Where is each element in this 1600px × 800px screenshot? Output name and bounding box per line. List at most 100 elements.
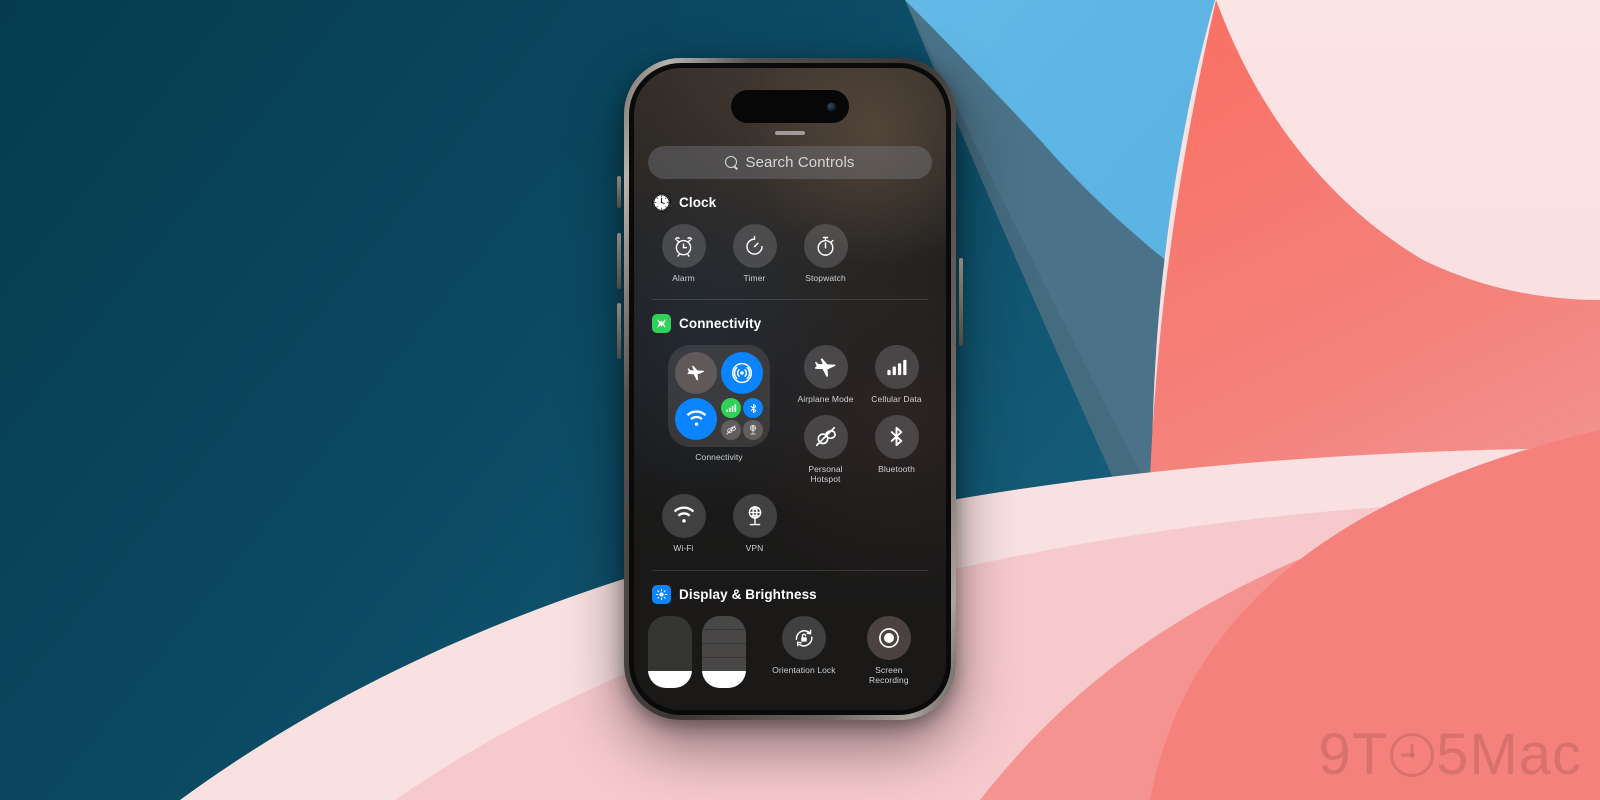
clock-app-icon [652, 193, 671, 212]
phone-screen: Search Controls Clock Alarm Timer Stopwa… [634, 68, 946, 710]
control-timer[interactable]: Timer [719, 224, 790, 283]
control-label: Cellular Data [871, 394, 922, 405]
stopwatch-knob[interactable] [803, 224, 848, 268]
bluetooth-icon [750, 403, 756, 413]
action-button[interactable] [617, 176, 621, 208]
vpn-knob[interactable] [732, 494, 777, 539]
iphone-device: Search Controls Clock Alarm Timer Stopwa… [617, 58, 963, 720]
control-wifi[interactable]: Wi-Fi [648, 494, 719, 553]
control-label: Screen Recording [869, 664, 909, 686]
airplane-mode-knob[interactable] [803, 345, 848, 390]
bluetooth-icon [890, 427, 903, 447]
section-header-connectivity: Connectivity [652, 314, 932, 334]
brightness-slider[interactable] [648, 615, 692, 688]
control-label: Airplane Mode [797, 394, 854, 405]
control-label: Wi-Fi [673, 543, 694, 554]
wifi-icon [673, 506, 694, 524]
airplane-mode-mini-knob[interactable] [675, 352, 717, 395]
search-placeholder-text: Search Controls [745, 154, 855, 171]
display-controls-row: Orientation Lock Screen Recording [648, 615, 932, 688]
alarm-icon [674, 236, 693, 257]
wifi-icon [686, 410, 706, 426]
brightness-slider-fill [648, 670, 692, 688]
volume-slider-fill [702, 670, 746, 688]
volume-up-button[interactable] [617, 233, 621, 289]
vpn-icon [749, 425, 757, 435]
control-label: Orientation Lock [772, 664, 836, 675]
personal-hotspot-mini-knob[interactable] [721, 420, 741, 441]
control-empty-slot [861, 494, 932, 553]
volume-slider[interactable] [702, 615, 746, 688]
sliders-group [648, 615, 746, 688]
section-title-display-brightness: Display & Brightness [679, 586, 817, 602]
section-title-clock: Clock [679, 195, 717, 210]
rotation-lock-icon [795, 629, 813, 647]
control-alarm[interactable]: Alarm [648, 224, 719, 283]
timer-knob[interactable] [732, 224, 777, 268]
watermark-clock-icon [1390, 732, 1435, 777]
screen-record-icon [878, 627, 899, 648]
airplane-icon [814, 358, 836, 377]
control-personal-hotspot[interactable]: Personal Hotspot [790, 414, 861, 485]
section-divider-1 [652, 299, 928, 301]
airdrop-icon [731, 363, 753, 384]
control-label: VPN [745, 543, 764, 554]
vpn-icon [748, 506, 761, 526]
bluetooth-knob[interactable] [874, 414, 919, 459]
drag-handle[interactable] [775, 131, 805, 135]
airplane-icon [687, 366, 705, 381]
side-power-button[interactable] [959, 258, 963, 346]
hotspot-off-icon [815, 427, 836, 447]
control-orientation-lock[interactable]: Orientation Lock [772, 615, 836, 686]
vpn-mini-knob[interactable] [743, 420, 763, 441]
search-controls-field[interactable]: Search Controls [648, 146, 932, 179]
cellular-data-knob[interactable] [874, 345, 919, 390]
volume-down-button[interactable] [617, 303, 621, 359]
bluetooth-mini-knob[interactable] [743, 398, 763, 419]
group-tile-wifi[interactable] [675, 398, 717, 441]
search-icon [725, 156, 738, 169]
section-header-display-brightness: Display & Brightness [652, 584, 932, 604]
control-empty-slot [861, 224, 932, 283]
personal-hotspot-knob[interactable] [803, 414, 848, 459]
alarm-knob[interactable] [661, 224, 706, 268]
section-header-clock: Clock [652, 193, 932, 212]
airdrop-mini-knob[interactable] [721, 352, 763, 395]
group-tile-airdrop[interactable] [721, 352, 763, 395]
control-empty-slot [790, 494, 861, 553]
cellular-bars-icon [887, 359, 907, 376]
group-tile-airplane[interactable] [675, 352, 717, 395]
hotspot-off-icon [726, 425, 736, 435]
control-label: Connectivity [695, 452, 743, 463]
sun-icon [655, 588, 668, 601]
control-bluetooth[interactable]: Bluetooth [861, 414, 932, 485]
control-connectivity-group[interactable]: Connectivity [648, 345, 790, 484]
connectivity-controls-grid: Connectivity Airplane Mode Cellular Data… [648, 345, 932, 553]
stopwatch-icon [817, 236, 834, 256]
connectivity-mini-quad [721, 398, 763, 441]
control-screen-recording[interactable]: Screen Recording [856, 615, 922, 686]
control-cellular-data[interactable]: Cellular Data [861, 345, 932, 404]
display-toggle-group: Orientation Lock Screen Recording [762, 615, 932, 686]
watermark-9to5mac: 9T 5Mac [1318, 721, 1582, 788]
cellular-data-mini-knob[interactable] [721, 398, 741, 419]
control-vpn[interactable]: VPN [719, 494, 790, 553]
connectivity-group-module[interactable] [668, 345, 770, 448]
watermark-text-part1: 9T [1318, 722, 1389, 787]
group-tile-quad[interactable] [721, 398, 763, 441]
front-camera-icon [827, 102, 836, 111]
control-label: Bluetooth [878, 463, 915, 474]
wifi-knob[interactable] [661, 494, 706, 539]
orientation-lock-knob[interactable] [781, 615, 826, 660]
connectivity-antenna-icon [652, 314, 671, 334]
watermark-text-part2: 5Mac [1436, 722, 1582, 787]
control-stopwatch[interactable]: Stopwatch [790, 224, 861, 283]
control-label: Timer [743, 273, 766, 283]
control-label: Personal Hotspot [808, 463, 843, 485]
wifi-mini-knob[interactable] [675, 398, 717, 441]
section-divider-2 [652, 569, 928, 571]
control-airplane-mode[interactable]: Airplane Mode [790, 345, 861, 404]
clock-face-icon [653, 194, 670, 211]
screen-recording-knob[interactable] [866, 615, 911, 660]
dynamic-island[interactable] [731, 90, 849, 123]
